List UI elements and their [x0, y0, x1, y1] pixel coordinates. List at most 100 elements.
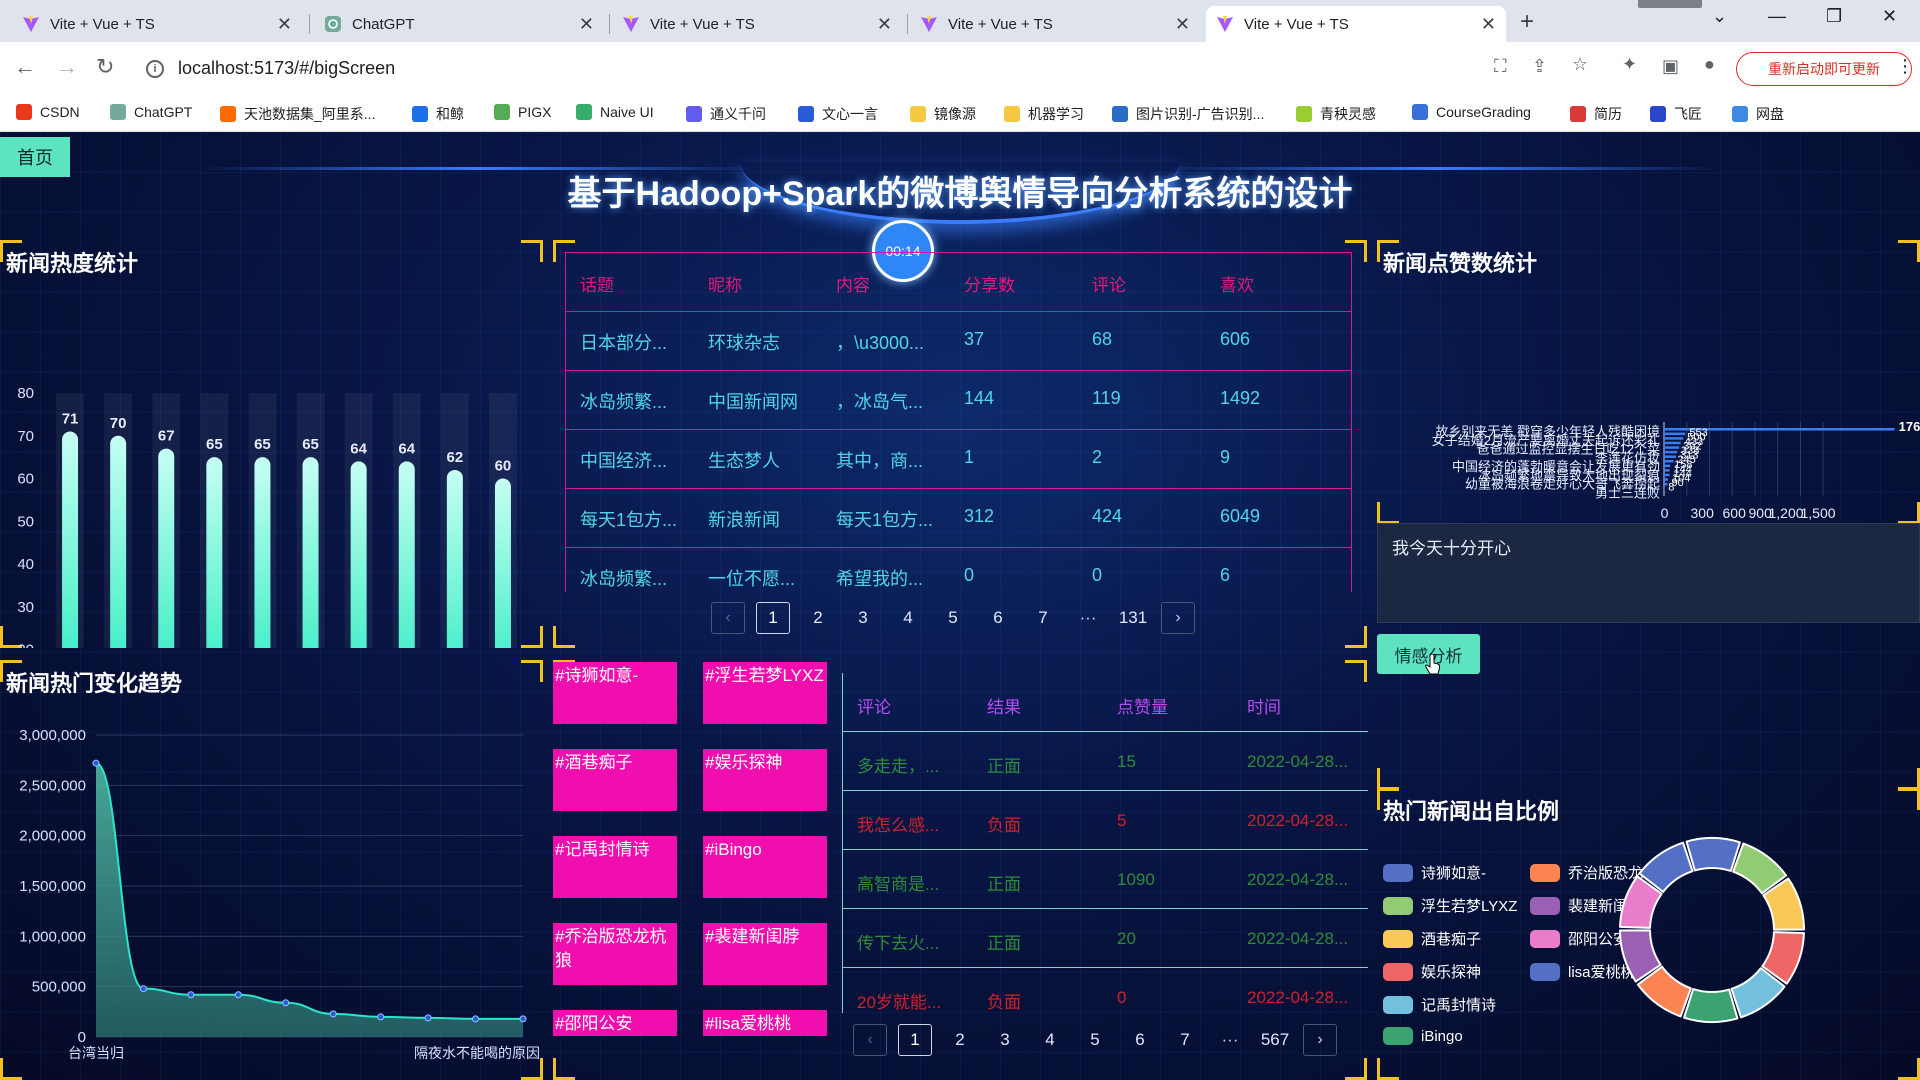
likes-bar[interactable] [1664, 450, 1678, 454]
update-button[interactable]: 重新启动即可更新 [1736, 52, 1912, 86]
likes-bar[interactable] [1664, 455, 1677, 458]
browser-tab-active[interactable]: Vite + Vue + TS ✕ [1206, 6, 1506, 42]
table-row[interactable]: 多走走，... 正面 15 2022-04-28... [843, 732, 1368, 791]
pie-slice[interactable] [1683, 988, 1739, 1023]
bookmark-item[interactable]: ChatGPT [110, 104, 192, 120]
bookmark-item[interactable]: PIGX [494, 104, 551, 120]
heat-bar[interactable] [398, 461, 415, 648]
bookmark-item[interactable]: 天池数据集_阿里系... [220, 104, 375, 124]
heat-bar[interactable] [494, 478, 511, 649]
bookmark-item[interactable]: 通义千问 [686, 104, 766, 124]
minimize-icon[interactable]: — [1768, 6, 1786, 27]
table-row[interactable]: 20岁就能... 负面 0 2022-04-28... [843, 968, 1368, 1013]
page-number[interactable]: 1 [898, 1024, 932, 1056]
heat-bar[interactable] [158, 448, 175, 648]
likes-bar[interactable] [1664, 437, 1684, 440]
trend-point[interactable] [377, 1013, 385, 1021]
legend-item[interactable]: 诗狮如意- [1383, 862, 1486, 883]
trend-point[interactable] [139, 985, 147, 993]
heat-bar[interactable] [206, 457, 223, 648]
trend-point[interactable] [282, 999, 290, 1007]
reload-icon[interactable]: ↻ [96, 54, 114, 80]
page-number[interactable]: 2 [801, 602, 835, 634]
likes-bar[interactable] [1664, 460, 1674, 463]
column-header[interactable]: 内容 [836, 271, 870, 296]
likes-bar[interactable] [1664, 473, 1670, 477]
column-header[interactable]: 喜欢 [1220, 271, 1254, 296]
bookmark-item[interactable]: 青秧灵感 [1296, 104, 1376, 124]
heat-bar[interactable] [302, 457, 319, 648]
close-icon[interactable]: ✕ [579, 14, 594, 35]
page-number[interactable]: 4 [891, 602, 925, 634]
likes-bar[interactable] [1664, 441, 1681, 445]
bookmark-item[interactable]: CourseGrading [1412, 104, 1531, 120]
bookmark-item[interactable]: 飞匠 [1650, 104, 1702, 124]
heat-bar[interactable] [62, 431, 79, 648]
bookmark-item[interactable]: 图片识别-广告识别... [1112, 104, 1264, 124]
column-header[interactable]: 点赞量 [1117, 693, 1168, 718]
page-number[interactable]: 131 [1116, 602, 1150, 634]
browser-tab[interactable]: Vite + Vue + TS ✕ [910, 6, 1200, 42]
extensions-icon[interactable]: ✦ [1622, 54, 1637, 75]
star-icon[interactable]: ☆ [1572, 54, 1588, 75]
emotion-text-input[interactable]: 我今天十分开心 [1377, 523, 1920, 623]
column-header[interactable]: 话题 [580, 271, 614, 296]
close-icon[interactable]: ✕ [1175, 14, 1190, 35]
bookmark-item[interactable]: 简历 [1570, 104, 1622, 124]
trend-point[interactable] [424, 1014, 432, 1022]
browser-tab[interactable]: Vite + Vue + TS ✕ [12, 6, 302, 42]
next-page-button[interactable]: › [1303, 1024, 1337, 1056]
page-ellipsis[interactable]: ··· [1213, 1024, 1247, 1056]
column-header[interactable]: 昵称 [708, 271, 742, 296]
bookmark-item[interactable]: Naive UI [576, 104, 654, 120]
window-close-icon[interactable]: ✕ [1882, 6, 1897, 27]
table-row[interactable]: 冰岛频繁... 中国新闻网 ，冰岛气... 144 119 1492 [566, 371, 1351, 430]
page-number[interactable]: 6 [981, 602, 1015, 634]
page-number[interactable]: 5 [1078, 1024, 1112, 1056]
bookmark-item[interactable]: 文心一言 [798, 104, 878, 124]
page-number[interactable]: 5 [936, 602, 970, 634]
next-page-button[interactable]: › [1161, 602, 1195, 634]
page-number[interactable]: 7 [1168, 1024, 1202, 1056]
menu-icon[interactable]: ⋮ [1896, 56, 1914, 77]
page-number[interactable]: 3 [846, 602, 880, 634]
legend-item[interactable]: iBingo [1383, 1027, 1463, 1045]
page-number[interactable]: 3 [988, 1024, 1022, 1056]
new-tab-button[interactable]: + [1520, 8, 1534, 36]
close-icon[interactable]: ✕ [877, 14, 892, 35]
maximize-icon[interactable]: ❐ [1826, 6, 1842, 27]
page-number[interactable]: 4 [1033, 1024, 1067, 1056]
column-header[interactable]: 分享数 [964, 271, 1015, 296]
legend-item[interactable]: 酒巷痴子 [1383, 928, 1481, 949]
prev-page-button[interactable]: ‹ [711, 602, 745, 634]
topic-tag[interactable]: #娱乐探神 [703, 749, 827, 811]
sidepanel-icon[interactable]: ▣ [1662, 56, 1679, 77]
likes-bar[interactable] [1664, 482, 1668, 486]
bookmark-item[interactable]: CSDN [16, 104, 80, 120]
topic-tag[interactable]: #诗狮如意- [553, 662, 677, 724]
topic-tag[interactable]: #iBingo [703, 836, 827, 898]
trend-point[interactable] [234, 991, 242, 999]
pie-slice[interactable] [1685, 837, 1741, 872]
prev-page-button[interactable]: ‹ [853, 1024, 887, 1056]
table-row[interactable]: 中国经济... 生态梦人 其中，商... 1 2 9 [566, 430, 1351, 489]
trend-point[interactable] [472, 1015, 480, 1023]
bookmark-item[interactable]: 和鲸 [412, 104, 464, 124]
column-header[interactable]: 时间 [1247, 693, 1281, 718]
info-icon[interactable]: i [146, 60, 164, 78]
trend-point[interactable] [92, 759, 100, 767]
topic-tag[interactable]: #浮生若梦LYXZ [703, 662, 827, 724]
page-number[interactable]: 2 [943, 1024, 977, 1056]
table-row[interactable]: 高智商是... 正面 1090 2022-04-28... [843, 850, 1368, 909]
profile-icon[interactable]: ● [1704, 54, 1715, 75]
topic-tag[interactable]: #记禹封情诗 [553, 836, 677, 898]
likes-bar[interactable] [1664, 446, 1680, 449]
address-bar[interactable]: localhost:5173/#/bigScreen [178, 58, 395, 79]
page-number[interactable]: 1 [756, 602, 790, 634]
legend-item[interactable]: 记禹封情诗 [1383, 994, 1496, 1015]
table-row[interactable]: 传下去火... 正面 20 2022-04-28... [843, 909, 1368, 968]
trend-point[interactable] [329, 1010, 337, 1018]
column-header[interactable]: 评论 [1092, 271, 1126, 296]
translate-icon[interactable]: ⛶ [1494, 56, 1507, 77]
table-row[interactable]: 每天1包方... 新浪新闻 每天1包方... 312 424 6049 [566, 489, 1351, 548]
